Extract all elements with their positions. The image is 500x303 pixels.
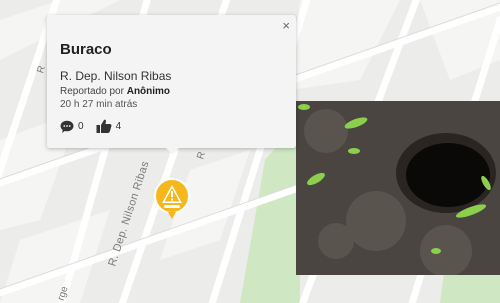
speech-bubble-icon[interactable] bbox=[60, 120, 74, 133]
reporter-name: Anônimo bbox=[126, 86, 171, 97]
comments-count: 0 bbox=[78, 120, 84, 132]
reported-prefix: Reportado por bbox=[60, 86, 124, 97]
report-time: 20 h 27 min atrás bbox=[60, 99, 138, 110]
report-marker[interactable] bbox=[152, 178, 192, 227]
thumbs-up-icon[interactable] bbox=[96, 119, 112, 133]
pothole-image bbox=[296, 101, 500, 275]
report-popup: × Buraco R. Dep. Nilson Ribas Reportado … bbox=[47, 15, 296, 148]
likes-count: 4 bbox=[115, 120, 122, 132]
report-photo[interactable] bbox=[296, 101, 500, 275]
close-icon[interactable]: × bbox=[282, 19, 290, 32]
report-title: Buraco bbox=[60, 41, 112, 58]
report-address: R. Dep. Nilson Ribas bbox=[60, 69, 172, 83]
report-stats: 0 4 bbox=[60, 119, 133, 133]
warning-triangle-icon bbox=[154, 178, 190, 219]
reported-by: Reportado por Anônimo bbox=[60, 86, 170, 97]
popup-pointer bbox=[164, 146, 180, 154]
